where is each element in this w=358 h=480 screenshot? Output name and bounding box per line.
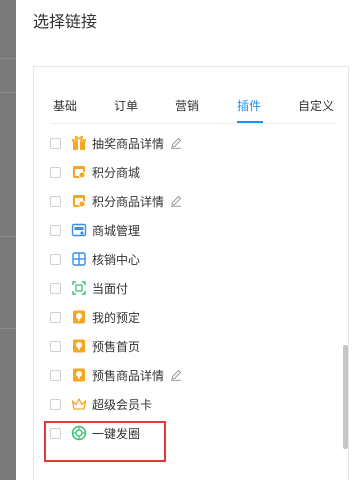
tab-divider xyxy=(50,123,336,124)
list-item[interactable]: 商城管理 xyxy=(50,220,140,240)
list-scrollbar[interactable] xyxy=(343,345,348,449)
item-label: 积分商城 xyxy=(92,165,141,180)
gift-icon xyxy=(71,135,87,151)
dialog-title: 选择链接 xyxy=(33,12,98,31)
item-label: 超级会员卡 xyxy=(92,397,153,412)
reservation-icon xyxy=(71,309,87,325)
edit-pencil-icon[interactable] xyxy=(170,137,182,149)
list-item[interactable]: 预售首页 xyxy=(50,336,140,356)
item-checkbox[interactable] xyxy=(50,311,61,323)
points-goods-icon xyxy=(71,193,87,209)
list-item[interactable]: 核销中心 xyxy=(50,249,140,269)
item-label: 当面付 xyxy=(92,281,129,296)
verify-center-icon xyxy=(71,251,87,267)
list-item[interactable]: 预售商品详情 xyxy=(50,365,182,385)
points-mall-icon xyxy=(71,164,87,180)
item-checkbox[interactable] xyxy=(50,282,61,294)
item-label: 抽奖商品详情 xyxy=(92,136,165,151)
item-checkbox[interactable] xyxy=(50,398,61,410)
item-checkbox[interactable] xyxy=(50,195,61,207)
item-label: 核销中心 xyxy=(92,252,141,267)
list-item[interactable]: 积分商品详情 xyxy=(50,191,182,211)
tab-bar: 基础 订单 营销 插件 自定义 xyxy=(34,67,350,125)
presale-goods-icon xyxy=(71,367,87,383)
list-item[interactable]: 积分商城 xyxy=(50,162,140,182)
list-item[interactable]: 抽奖商品详情 xyxy=(50,133,182,153)
list-item[interactable]: 超级会员卡 xyxy=(50,394,152,414)
item-checkbox[interactable] xyxy=(50,137,61,149)
item-label: 商城管理 xyxy=(92,223,141,238)
list-item[interactable]: 我的预定 xyxy=(50,307,140,327)
item-label: 我的预定 xyxy=(92,310,141,325)
tab-order[interactable]: 订单 xyxy=(114,97,138,114)
scan-pay-icon xyxy=(71,280,87,296)
link-panel: 基础 订单 营销 插件 自定义 抽奖商品详情 积分商城积分商品详情 商城管理核销中心… xyxy=(33,66,349,480)
item-checkbox[interactable] xyxy=(50,224,61,236)
store-manage-icon xyxy=(71,222,87,238)
tab-basic[interactable]: 基础 xyxy=(53,97,77,114)
background-overlay xyxy=(0,0,16,480)
presale-home-icon xyxy=(71,338,87,354)
item-checkbox[interactable] xyxy=(50,340,61,352)
tab-custom[interactable]: 自定义 xyxy=(298,97,334,114)
item-label: 积分商品详情 xyxy=(92,194,165,209)
edit-pencil-icon[interactable] xyxy=(170,369,182,381)
tab-plugin[interactable]: 插件 xyxy=(237,97,261,114)
highlight-box xyxy=(44,421,166,462)
item-checkbox[interactable] xyxy=(50,166,61,178)
crown-icon xyxy=(71,396,87,412)
item-checkbox[interactable] xyxy=(50,369,61,381)
item-label: 预售首页 xyxy=(92,339,141,354)
edit-pencil-icon[interactable] xyxy=(170,195,182,207)
select-link-dialog: 选择链接 基础 订单 营销 插件 自定义 抽奖商品详情 积分商城积分商品详情 商城管… xyxy=(16,0,358,480)
tab-marketing[interactable]: 营销 xyxy=(175,97,199,114)
item-label: 预售商品详情 xyxy=(92,368,165,383)
list-item[interactable]: 当面付 xyxy=(50,278,128,298)
item-checkbox[interactable] xyxy=(50,253,61,265)
